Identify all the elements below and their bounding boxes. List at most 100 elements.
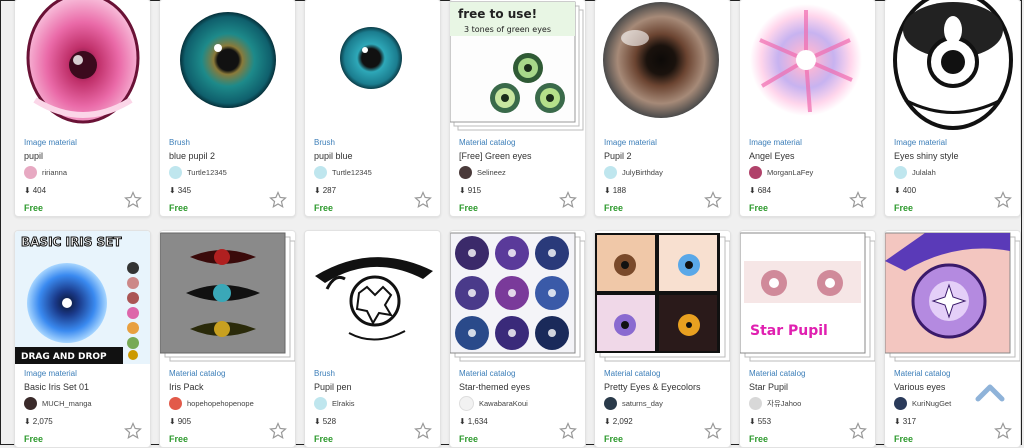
thumbnail[interactable]: free to use! 3 tones of green eyes (450, 0, 585, 133)
avatar (169, 396, 182, 410)
download-count-value: 317 (902, 417, 917, 426)
thumbnail[interactable] (595, 231, 730, 364)
star-outline-icon[interactable] (849, 422, 867, 440)
download-count-value: 2,075 (32, 417, 53, 426)
star-outline-icon[interactable] (704, 191, 722, 209)
material-card[interactable]: Material catalog Pretty Eyes & Eyecolors… (594, 230, 731, 448)
thumbnail[interactable] (160, 231, 295, 364)
download-count-value: 188 (612, 186, 627, 195)
category-label: Image material (894, 138, 947, 147)
author[interactable]: Selineez (459, 164, 576, 180)
author-name: Selineez (477, 167, 506, 177)
star-outline-icon[interactable] (994, 191, 1012, 209)
avatar (749, 396, 762, 410)
download-count-value: 684 (757, 186, 772, 195)
thumbnail[interactable] (305, 231, 440, 364)
category-label: Material catalog (459, 138, 516, 147)
star-outline-icon[interactable] (269, 422, 287, 440)
author[interactable]: Turtle12345 (169, 164, 286, 180)
thumbnail[interactable]: Star Pupil (740, 231, 875, 364)
category-label: Material catalog (749, 369, 806, 378)
thumbnail[interactable] (740, 0, 875, 133)
author-name: KuriNugGet (912, 398, 952, 408)
material-card[interactable]: free to use! 3 tones of green eyes Mater… (449, 0, 586, 217)
material-card[interactable]: Image material Angel Eyes MorganLaFey ⬇ … (739, 0, 876, 217)
category-label: Image material (749, 138, 802, 147)
thumbnail[interactable] (305, 0, 440, 133)
author[interactable]: hopehopehopenope (169, 395, 286, 411)
star-outline-icon[interactable] (124, 191, 142, 209)
chevron-up-icon[interactable] (975, 382, 1005, 402)
material-card[interactable]: Image material Pupil 2 JulyBirthday ⬇ 18… (594, 0, 731, 217)
thumb-caption: Star Pupil (750, 323, 828, 339)
star-outline-icon[interactable] (414, 422, 432, 440)
material-title[interactable]: Pupil 2 (604, 149, 721, 163)
material-title[interactable]: Star-themed eyes (459, 380, 576, 394)
category-label: Brush (314, 138, 335, 147)
author[interactable]: Turtle12345 (314, 164, 431, 180)
thumbnail[interactable] (160, 0, 295, 133)
author-name: Turtle12345 (187, 167, 227, 177)
thumbnail[interactable] (885, 231, 1020, 364)
material-title[interactable]: Angel Eyes (749, 149, 866, 163)
material-title[interactable]: pupil (24, 149, 141, 163)
material-card[interactable]: BASIC IRIS SET DRAG AND DROP Image mater… (14, 230, 151, 448)
material-card[interactable]: Image material pupil ririanna ⬇ 404 Free (14, 0, 151, 217)
thumbnail[interactable]: BASIC IRIS SET DRAG AND DROP (15, 231, 150, 364)
download-icon: ⬇ (459, 417, 466, 426)
category-label: Material catalog (604, 369, 661, 378)
author[interactable]: MUCH_manga (24, 395, 141, 411)
category-label: Brush (314, 369, 335, 378)
author[interactable]: KawabaraKoui (459, 395, 576, 411)
material-title[interactable]: Star Pupil (749, 380, 866, 394)
material-card[interactable]: Image material Eyes shiny style Julalah … (884, 0, 1021, 217)
material-card[interactable]: Material catalog Various eyes KuriNugGet… (884, 230, 1021, 448)
material-title[interactable]: Pretty Eyes & Eyecolors (604, 380, 721, 394)
download-count-value: 915 (467, 186, 482, 195)
material-title[interactable]: [Free] Green eyes (459, 149, 576, 163)
avatar (604, 396, 617, 410)
material-card[interactable]: Brush blue pupil 2 Turtle12345 ⬇ 345 Fre… (159, 0, 296, 217)
star-outline-icon[interactable] (124, 422, 142, 440)
material-title[interactable]: pupil blue (314, 149, 431, 163)
star-outline-icon[interactable] (559, 191, 577, 209)
star-outline-icon[interactable] (559, 422, 577, 440)
download-icon: ⬇ (894, 186, 901, 195)
star-outline-icon[interactable] (414, 191, 432, 209)
author[interactable]: saturns_day (604, 395, 721, 411)
material-card[interactable]: Brush pupil blue Turtle12345 ⬇ 287 Free (304, 0, 441, 217)
material-card[interactable]: Brush Pupil pen Elrakis ⬇ 528 Free (304, 230, 441, 448)
author-name: saturns_day (622, 398, 663, 408)
download-count-value: 1,634 (467, 417, 488, 426)
material-card[interactable]: Material catalog Star-themed eyes Kawaba… (449, 230, 586, 448)
star-outline-icon[interactable] (994, 422, 1012, 440)
author[interactable]: Julalah (894, 164, 1011, 180)
download-icon: ⬇ (894, 417, 901, 426)
material-title[interactable]: blue pupil 2 (169, 149, 286, 163)
material-title[interactable]: Pupil pen (314, 380, 431, 394)
author[interactable]: MorganLaFey (749, 164, 866, 180)
download-count-value: 528 (322, 417, 337, 426)
material-card[interactable]: Material catalog Iris Pack hopehopehopen… (159, 230, 296, 448)
download-icon: ⬇ (169, 417, 176, 426)
author[interactable]: 자유Jahoo (749, 395, 866, 411)
material-card[interactable]: Star Pupil Material catalog Star Pupil 자… (739, 230, 876, 448)
avatar (459, 395, 474, 411)
thumbnail[interactable] (15, 0, 150, 133)
material-title[interactable]: Eyes shiny style (894, 149, 1011, 163)
author[interactable]: Elrakis (314, 395, 431, 411)
author[interactable]: JulyBirthday (604, 164, 721, 180)
thumbnail[interactable] (450, 231, 585, 364)
category-label: Material catalog (459, 369, 516, 378)
material-title[interactable]: Iris Pack (169, 380, 286, 394)
category-label: Material catalog (169, 369, 226, 378)
material-title[interactable]: Basic Iris Set 01 (24, 380, 141, 394)
thumbnail[interactable] (885, 0, 1020, 133)
star-outline-icon[interactable] (704, 422, 722, 440)
thumbnail[interactable] (595, 0, 730, 133)
avatar (749, 165, 762, 179)
download-icon: ⬇ (749, 417, 756, 426)
star-outline-icon[interactable] (849, 191, 867, 209)
author[interactable]: ririanna (24, 164, 141, 180)
star-outline-icon[interactable] (269, 191, 287, 209)
